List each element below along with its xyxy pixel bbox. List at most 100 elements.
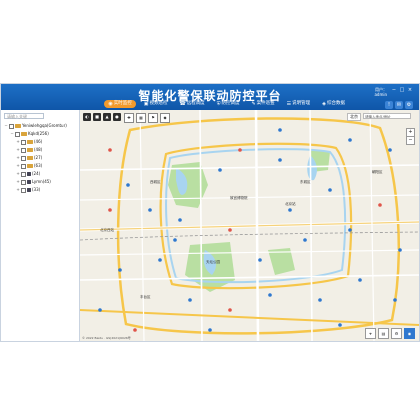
city-selector[interactable]: 北京 xyxy=(347,113,361,121)
alarm-icon[interactable]: ! xyxy=(385,101,393,109)
nav-tab-label: 实时监控 xyxy=(113,101,132,106)
nav-tab-5[interactable]: ☰ 说明管理 xyxy=(283,100,314,108)
map-tool-button-alt[interactable]: ✚ xyxy=(124,113,134,123)
tree-node[interactable]: + (27) xyxy=(4,154,78,162)
tree-checkbox[interactable] xyxy=(9,123,14,129)
tree-node[interactable]: − Yeniwlehgqa(Gromtur) xyxy=(4,122,78,130)
poi-marker-icon[interactable] xyxy=(278,128,282,132)
poi-marker-icon[interactable] xyxy=(338,323,342,327)
locate-icon[interactable]: ⌖ xyxy=(365,328,376,339)
poi-marker-icon[interactable] xyxy=(228,308,232,312)
map-view[interactable]: 天坛公园 北京站 西城区 东城区 朝阳区 丰台区 北京西站 故宫博物院 ◐ ■ ▲ ● ✚ ▦ ⚑ ◆ 北… xyxy=(80,110,419,341)
map-tool-button[interactable]: ● xyxy=(113,113,121,121)
address-search-input[interactable]: 请输入地点/地址 xyxy=(363,113,411,119)
settings-icon[interactable]: ⚙ xyxy=(391,328,402,339)
expand-toggle-icon[interactable]: − xyxy=(4,122,8,130)
tree-node[interactable]: + (24) xyxy=(4,170,78,178)
expand-toggle-icon[interactable]: − xyxy=(10,130,14,138)
poi-marker-icon[interactable] xyxy=(378,203,382,207)
tree-checkbox[interactable] xyxy=(21,147,26,153)
poi-marker-icon[interactable] xyxy=(158,258,162,262)
tree-node-label: (63) xyxy=(34,163,43,168)
poi-marker-icon[interactable] xyxy=(288,208,292,212)
tree-node[interactable]: + (48) xyxy=(4,146,78,154)
poi-marker-icon[interactable] xyxy=(108,148,112,152)
video-icon: ▣ xyxy=(143,101,149,107)
tree-node[interactable]: + (63) xyxy=(4,162,78,170)
tree-checkbox[interactable] xyxy=(15,131,20,137)
close-icon[interactable]: × xyxy=(407,87,413,93)
expand-toggle-icon[interactable]: + xyxy=(16,178,20,186)
nav-tab-2[interactable]: ☎ 远程调度 xyxy=(175,100,208,108)
poi-marker-icon[interactable] xyxy=(398,248,402,252)
label-west-station: 北京西站 xyxy=(100,228,114,232)
poi-marker-icon[interactable] xyxy=(258,258,262,262)
poi-marker-icon[interactable] xyxy=(173,238,177,242)
nav-tab-1[interactable]: ▣ 视频巡检 xyxy=(140,100,172,108)
satellite-icon[interactable]: ◉ xyxy=(404,328,415,339)
poi-marker-icon[interactable] xyxy=(126,183,130,187)
map-tool-button[interactable]: ■ xyxy=(93,113,101,121)
map-tool-button-alt[interactable]: ▦ xyxy=(136,113,146,123)
map-tool-button-alt[interactable]: ⚑ xyxy=(148,113,158,123)
nav-tab-3[interactable]: ⛨ 防控调度 xyxy=(213,100,244,108)
poi-marker-icon[interactable] xyxy=(178,218,182,222)
poi-marker-icon[interactable] xyxy=(268,293,272,297)
tree-node[interactable]: − Kqkd(256) xyxy=(4,130,78,138)
expand-toggle-icon[interactable]: + xyxy=(16,146,20,154)
expand-toggle-icon[interactable]: + xyxy=(16,154,20,162)
search-input[interactable]: 请输入关键 xyxy=(4,113,44,119)
poi-marker-icon[interactable] xyxy=(388,148,392,152)
expand-toggle-icon[interactable]: + xyxy=(16,162,20,170)
map-canvas[interactable] xyxy=(80,110,419,341)
nav-tab-4[interactable]: ✎ 案件巡查 xyxy=(247,100,278,108)
poi-marker-icon[interactable] xyxy=(393,298,397,302)
expand-toggle-icon[interactable]: + xyxy=(16,186,20,194)
map-tool-button[interactable]: ◐ xyxy=(83,113,91,121)
settings-icon[interactable]: ⚙ xyxy=(405,101,413,109)
label-station: 北京站 xyxy=(285,202,296,206)
poi-marker-icon[interactable] xyxy=(98,308,102,312)
tree-checkbox[interactable] xyxy=(21,163,26,169)
expand-toggle-icon[interactable]: + xyxy=(16,138,20,146)
poi-marker-icon[interactable] xyxy=(303,238,307,242)
nav-tab-0[interactable]: ◉ 实时监控 xyxy=(104,100,136,108)
poi-marker-icon[interactable] xyxy=(148,208,152,212)
tree-checkbox[interactable] xyxy=(21,155,26,161)
tree-checkbox[interactable] xyxy=(21,139,26,145)
poi-marker-icon[interactable] xyxy=(108,208,112,212)
message-icon[interactable]: ✉ xyxy=(395,101,403,109)
poi-marker-icon[interactable] xyxy=(228,228,232,232)
maximize-icon[interactable]: □ xyxy=(399,87,405,93)
minimize-icon[interactable]: − xyxy=(391,87,397,93)
app-window: 智能化警保联动防控平台 ◉ 实时监控 ▣ 视频巡检 ☎ 远程调度 ⛨ 防控调度 ✎ 案件巡查 ☰ 说明… xyxy=(0,83,420,342)
poi-marker-icon[interactable] xyxy=(348,138,352,142)
poi-marker-icon[interactable] xyxy=(348,228,352,232)
poi-marker-icon[interactable] xyxy=(238,148,242,152)
poi-marker-icon[interactable] xyxy=(318,298,322,302)
poi-marker-icon[interactable] xyxy=(278,158,282,162)
tree-node[interactable]: + Lymn(45) xyxy=(4,178,78,186)
map-tool-button[interactable]: ▲ xyxy=(103,113,111,121)
poi-marker-icon[interactable] xyxy=(133,328,137,332)
tree-node-label: (33) xyxy=(32,187,41,192)
poi-marker-icon[interactable] xyxy=(188,298,192,302)
layers-icon[interactable]: ▤ xyxy=(378,328,389,339)
poi-marker-icon[interactable] xyxy=(358,278,362,282)
tree-checkbox[interactable] xyxy=(21,171,26,177)
nav-tab-6[interactable]: ◈ 综合数据 xyxy=(318,100,349,108)
doc-icon: ☰ xyxy=(286,101,292,107)
expand-toggle-icon[interactable]: + xyxy=(16,170,20,178)
tree-node-label: (24) xyxy=(32,171,41,176)
tree-checkbox[interactable] xyxy=(21,179,26,185)
poi-marker-icon[interactable] xyxy=(208,328,212,332)
tree-checkbox[interactable] xyxy=(21,187,26,193)
poi-marker-icon[interactable] xyxy=(118,268,122,272)
poi-marker-icon[interactable] xyxy=(328,188,332,192)
label-district-east: 东城区 xyxy=(300,180,311,184)
map-tool-button-alt[interactable]: ◆ xyxy=(160,113,170,123)
tree-node[interactable]: + (33) xyxy=(4,186,78,194)
tree-node[interactable]: + (46) xyxy=(4,138,78,146)
poi-marker-icon[interactable] xyxy=(218,168,222,172)
zoom-out-button[interactable]: − xyxy=(406,136,415,145)
